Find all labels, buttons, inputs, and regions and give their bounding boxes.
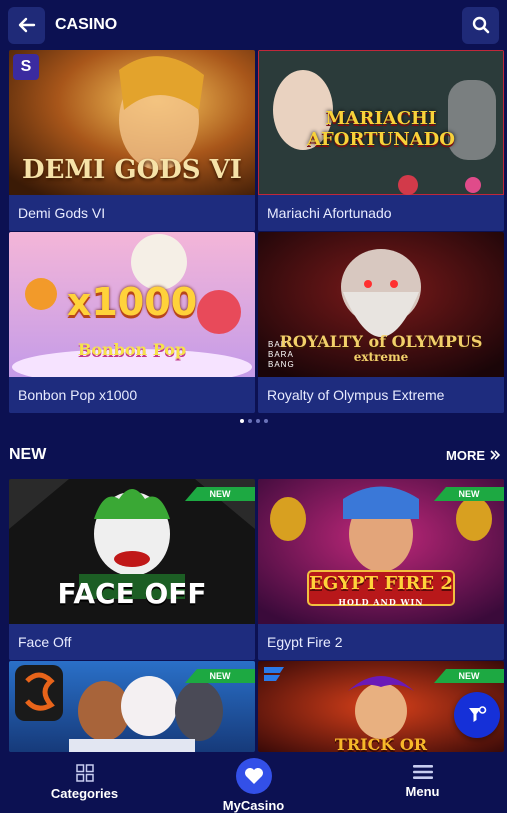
game-tile-egypt-fire-2[interactable]: NEW EGYPT FIRE 2 HOLD AND WIN Egypt Fire…	[258, 479, 504, 660]
game-thumbnail: NEW FACE OFF	[9, 479, 255, 624]
game-art-subtitle: extreme	[353, 350, 409, 364]
more-link[interactable]: MORE	[446, 448, 501, 463]
game-tile-bonbon-pop[interactable]: x1000 Bonbon Pop Bonbon Pop x1000	[9, 232, 255, 413]
bottom-navigation: Categories MyCasino Menu	[0, 752, 507, 813]
search-button[interactable]	[462, 6, 499, 44]
carousel-dot[interactable]	[263, 419, 268, 423]
double-chevron-right-icon	[490, 450, 501, 460]
game-tile-pets[interactable]: NEW	[9, 661, 255, 752]
filter-icon	[469, 706, 487, 722]
carousel-pagination	[0, 419, 507, 423]
provider-logo: S	[13, 54, 39, 80]
game-tile-royalty-olympus[interactable]: BAR BARA BANG ROYALTY of OLYMPUS extreme…	[258, 232, 504, 413]
game-title: Bonbon Pop x1000	[9, 377, 255, 413]
game-title: Royalty of Olympus Extreme	[258, 377, 504, 413]
game-thumbnail: BAR BARA BANG ROYALTY of OLYMPUS extreme	[258, 232, 504, 377]
game-title: Egypt Fire 2	[258, 624, 504, 660]
hamburger-icon	[412, 765, 433, 779]
nav-label: Menu	[405, 784, 440, 799]
nav-label: MyCasino	[222, 798, 285, 813]
game-thumbnail: S DEMI GODS VI	[9, 50, 255, 195]
nav-menu[interactable]: Menu	[368, 764, 478, 799]
heart-icon	[244, 768, 263, 784]
carousel-dot[interactable]	[247, 419, 252, 423]
game-thumbnail: NEW EGYPT FIRE 2 HOLD AND WIN	[258, 479, 504, 624]
nav-label: Categories	[50, 786, 119, 801]
game-art-title: ROYALTY of OLYMPUS	[279, 332, 483, 351]
game-art-title: x1000	[66, 280, 198, 324]
back-button[interactable]	[8, 6, 45, 44]
arrow-left-icon	[18, 17, 35, 33]
game-art-subtitle: Bonbon Pop	[77, 340, 187, 359]
nav-mycasino[interactable]: MyCasino	[199, 758, 309, 813]
nav-categories[interactable]: Categories	[30, 764, 140, 801]
game-title: Face Off	[9, 624, 255, 660]
game-tile-face-off[interactable]: NEW FACE OFF Face Off	[9, 479, 255, 660]
new-badge: NEW	[185, 487, 255, 501]
new-badge: NEW	[434, 669, 504, 683]
game-art-title: MARIACHI AFORTUNADO	[307, 108, 455, 150]
game-tile-mariachi[interactable]: MARIACHI AFORTUNADO Mariachi Afortunado	[258, 50, 504, 231]
game-title: Demi Gods VI	[9, 195, 255, 231]
grid-icon	[75, 764, 94, 782]
game-title: Mariachi Afortunado	[258, 195, 504, 231]
carousel-dot[interactable]	[239, 419, 244, 423]
heart-button[interactable]	[235, 758, 272, 794]
new-badge: NEW	[434, 487, 504, 501]
game-art-title: EGYPT FIRE 2	[309, 573, 453, 594]
game-art-title: TRICK OR	[334, 735, 428, 752]
game-thumbnail: x1000 Bonbon Pop	[9, 232, 255, 377]
carousel-dot[interactable]	[255, 419, 260, 423]
game-tile-demi-gods[interactable]: S DEMI GODS VI Demi Gods VI	[9, 50, 255, 231]
game-art-title: FACE OFF	[57, 577, 207, 610]
page-title: CASINO	[55, 16, 118, 33]
new-section-header: NEW MORE	[9, 446, 501, 464]
new-badge: NEW	[185, 669, 255, 683]
filter-button[interactable]	[454, 692, 500, 738]
game-thumbnail: MARIACHI AFORTUNADO	[258, 50, 504, 195]
search-icon	[472, 16, 489, 34]
game-thumbnail: NEW	[9, 661, 255, 752]
more-label: MORE	[446, 447, 485, 463]
game-art-title: DEMI GODS VI	[22, 155, 242, 185]
game-art-subtitle: HOLD AND WIN	[338, 597, 424, 607]
top-bar: CASINO	[0, 0, 507, 50]
section-title: NEW	[9, 446, 47, 463]
